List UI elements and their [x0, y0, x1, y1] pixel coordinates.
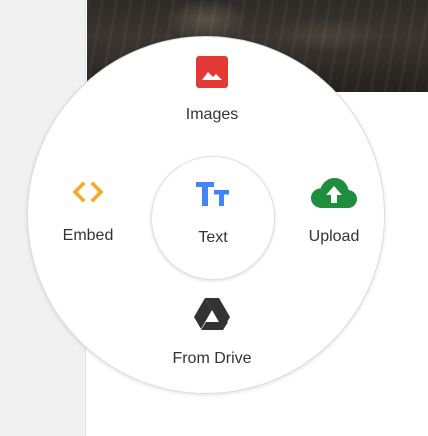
from-drive-label: From Drive	[172, 350, 252, 367]
upload-option[interactable]: Upload	[296, 176, 372, 246]
text-label: Text	[198, 229, 228, 246]
text-option-content: Text	[152, 179, 274, 247]
upload-label: Upload	[308, 228, 360, 245]
images-label: Images	[185, 106, 239, 123]
embed-option[interactable]: Embed	[50, 178, 126, 245]
text-option[interactable]: Text	[151, 156, 275, 280]
google-drive-icon	[194, 298, 230, 330]
text-format-icon	[196, 182, 229, 206]
images-option[interactable]: Images	[170, 55, 254, 124]
image-icon	[196, 56, 228, 88]
editor-stage: Images Embed Text Upload From Drive	[0, 0, 428, 436]
cloud-upload-icon	[311, 178, 357, 208]
code-icon	[72, 181, 104, 203]
embed-label: Embed	[62, 227, 114, 244]
from-drive-option[interactable]: From Drive	[160, 296, 264, 368]
